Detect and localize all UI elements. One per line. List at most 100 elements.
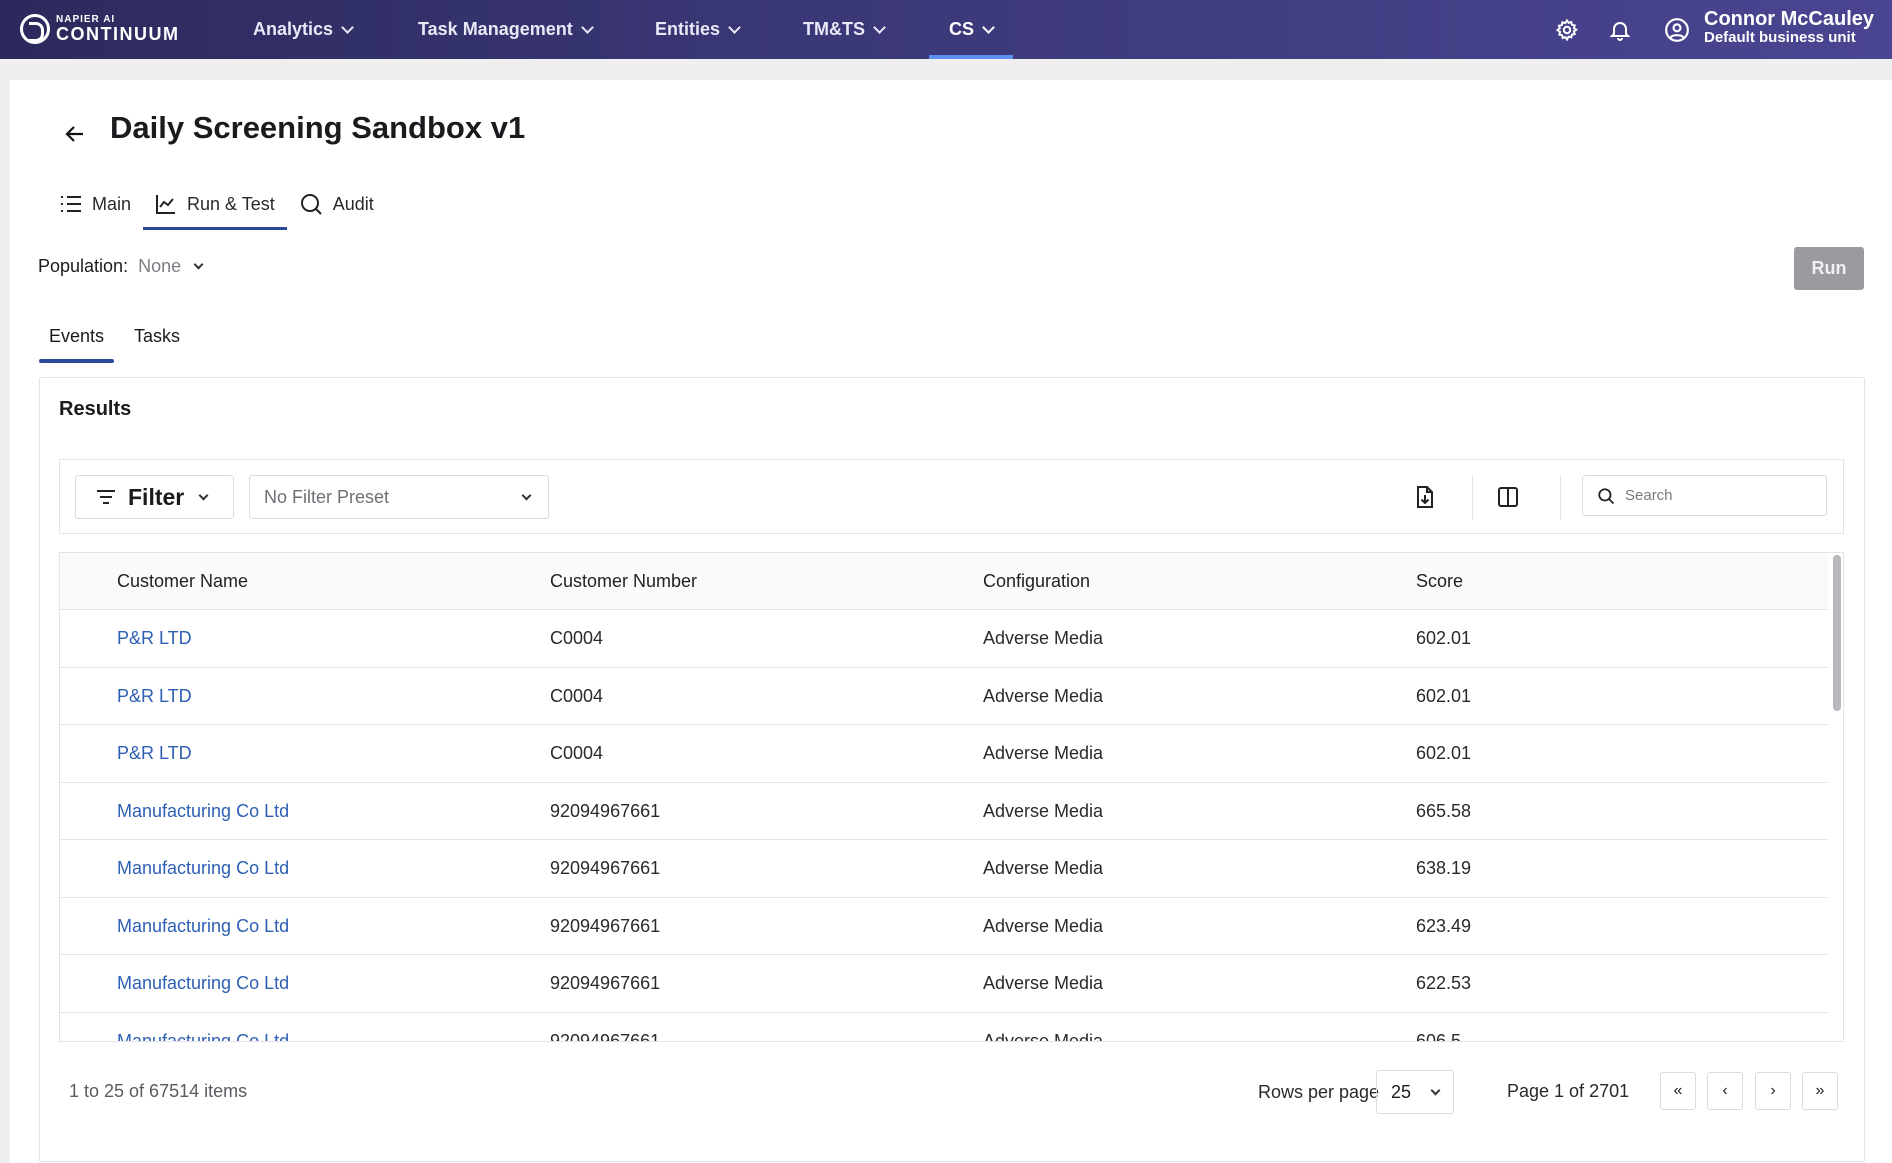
export-button[interactable] — [1403, 475, 1447, 519]
score-cell: 638.19 — [1416, 858, 1472, 878]
nav-cs[interactable]: CS — [928, 0, 1014, 59]
nav-entities-label: Entities — [655, 19, 721, 39]
chevron-down-icon — [982, 20, 995, 34]
population-dropdown[interactable]: None — [138, 256, 204, 277]
customer-name-link[interactable]: P&R LTD — [117, 743, 192, 764]
settings-gear-icon[interactable] — [1554, 17, 1580, 43]
tab-run-test[interactable]: Run & Test — [143, 178, 287, 230]
customer-number-cell: 92094967661 — [550, 800, 661, 821]
next-page-button[interactable]: › — [1755, 1072, 1791, 1110]
user-business-unit: Default business unit — [1704, 29, 1856, 46]
table-row[interactable]: P&R LTD C0004 Adverse Media 602.01 — [60, 725, 1828, 783]
column-header-customer-name[interactable]: Customer Name — [117, 571, 248, 592]
table-body: P&R LTD C0004 Adverse Media 602.01 P&R L… — [60, 610, 1828, 1042]
table-row[interactable]: Manufacturing Co Ltd 92094967661 Adverse… — [60, 1013, 1828, 1042]
first-page-button[interactable]: « — [1660, 1072, 1696, 1110]
filter-preset-dropdown[interactable]: No Filter Preset — [249, 475, 549, 519]
user-menu[interactable]: Connor McCauley Default business unit — [1704, 8, 1874, 47]
population-value: None — [138, 256, 182, 276]
nav-analytics-label: Analytics — [253, 19, 334, 39]
tab-audit-label: Audit — [332, 193, 374, 214]
toolbar-divider — [1472, 475, 1473, 519]
chevron-down-icon — [1430, 1085, 1441, 1095]
configuration-cell: Adverse Media — [983, 628, 1104, 648]
column-header-score[interactable]: Score — [1416, 571, 1463, 592]
rows-per-page-label: Rows per page — [1258, 1082, 1380, 1102]
filter-button[interactable]: Filter — [75, 475, 234, 519]
table-row[interactable]: Manufacturing Co Ltd 92094967661 Adverse… — [60, 783, 1828, 840]
chevron-right-icon: › — [1770, 1082, 1776, 1099]
page-indicator: Page 1 of 2701 — [1507, 1081, 1630, 1101]
tab-main-label: Main — [92, 193, 132, 214]
customer-name-link[interactable]: Manufacturing Co Ltd — [117, 1031, 289, 1042]
column-header-configuration[interactable]: Configuration — [983, 571, 1090, 592]
table-header: Customer Name Customer Number Configurat… — [60, 553, 1828, 610]
customer-name-link[interactable]: Manufacturing Co Ltd — [117, 973, 289, 994]
customer-number-cell: C0004 — [550, 743, 604, 763]
score-cell: 606.5 — [1416, 1030, 1462, 1042]
rows-per-page-select[interactable]: 25 — [1376, 1070, 1454, 1114]
continuum-logo-icon — [20, 14, 50, 44]
page-title: Daily Screening Sandbox v1 — [110, 110, 526, 145]
filter-preset-value: No Filter Preset — [264, 486, 390, 507]
run-button[interactable]: Run — [1794, 247, 1864, 290]
customer-name-link[interactable]: Manufacturing Co Ltd — [117, 801, 289, 822]
columns-icon — [1498, 487, 1518, 507]
table-scrollbar[interactable] — [1833, 555, 1841, 711]
user-account-icon[interactable] — [1664, 17, 1690, 43]
last-page-button[interactable]: » — [1802, 1072, 1838, 1110]
search-box — [1582, 475, 1827, 516]
results-toolbar: Filter No Filter Preset — [59, 459, 1844, 534]
score-cell: 665.58 — [1416, 800, 1472, 821]
filter-label: Filter — [128, 483, 185, 510]
list-icon — [61, 196, 81, 212]
chevron-down-icon — [728, 20, 741, 34]
table-row[interactable]: Manufacturing Co Ltd 92094967661 Adverse… — [60, 898, 1828, 955]
nav-analytics[interactable]: Analytics — [253, 0, 354, 59]
results-card: Results Filter No Filter Preset Search C… — [39, 377, 1865, 1162]
notification-bell-icon[interactable] — [1607, 17, 1633, 43]
column-header-customer-number[interactable]: Customer Number — [550, 571, 697, 592]
arrow-left-icon — [65, 126, 83, 142]
nav-task-management[interactable]: Task Management — [418, 0, 594, 59]
customer-number-cell: 92094967661 — [550, 1030, 661, 1042]
score-cell: 623.49 — [1416, 915, 1472, 936]
chevron-left-icon: ‹ — [1722, 1082, 1728, 1099]
customer-name-link[interactable]: P&R LTD — [117, 628, 192, 649]
double-chevron-right-icon: » — [1815, 1082, 1825, 1099]
nav-tmts[interactable]: TM&TS — [803, 0, 886, 59]
tab-audit[interactable]: Audit — [287, 178, 386, 230]
back-button[interactable] — [50, 114, 100, 154]
search-icon — [1598, 487, 1615, 504]
tab-run-test-label: Run & Test — [187, 193, 275, 214]
nav-tmts-label: TM&TS — [803, 19, 865, 39]
napier-continuum-logo[interactable]: NAPIER AI CONTINUUM — [20, 14, 180, 44]
nav-task-management-label: Task Management — [418, 19, 573, 39]
nav-entities[interactable]: Entities — [655, 0, 741, 59]
chevron-down-icon — [341, 20, 354, 34]
score-cell: 622.53 — [1416, 973, 1472, 993]
configuration-cell: Adverse Media — [983, 1030, 1104, 1042]
customer-name-link[interactable]: P&R LTD — [117, 686, 192, 707]
table-row[interactable]: Manufacturing Co Ltd 92094967661 Adverse… — [60, 840, 1828, 898]
score-cell: 602.01 — [1416, 628, 1472, 648]
previous-page-button[interactable]: ‹ — [1707, 1072, 1743, 1110]
search-input[interactable] — [1625, 487, 1815, 504]
table-row[interactable]: P&R LTD C0004 Adverse Media 602.01 — [60, 668, 1828, 725]
logo-bottom-text: CONTINUUM — [56, 24, 180, 44]
table-row[interactable]: P&R LTD C0004 Adverse Media 602.01 — [60, 610, 1828, 668]
configuration-cell: Adverse Media — [983, 858, 1104, 878]
subtab-tasks[interactable]: Tasks — [124, 310, 190, 363]
columns-button[interactable] — [1486, 475, 1530, 519]
customer-number-cell: C0004 — [550, 628, 604, 648]
customer-name-link[interactable]: Manufacturing Co Ltd — [117, 916, 289, 937]
customer-name-link[interactable]: Manufacturing Co Ltd — [117, 858, 289, 879]
user-name: Connor McCauley — [1704, 8, 1875, 30]
configuration-cell: Adverse Media — [983, 915, 1104, 936]
subtab-events[interactable]: Events — [39, 310, 115, 363]
tab-main[interactable]: Main — [48, 178, 143, 230]
table-row[interactable]: Manufacturing Co Ltd 92094967661 Adverse… — [60, 955, 1828, 1013]
filter-lines-icon — [97, 490, 115, 504]
score-cell: 602.01 — [1416, 743, 1472, 763]
results-table: Customer Name Customer Number Configurat… — [59, 552, 1844, 1042]
